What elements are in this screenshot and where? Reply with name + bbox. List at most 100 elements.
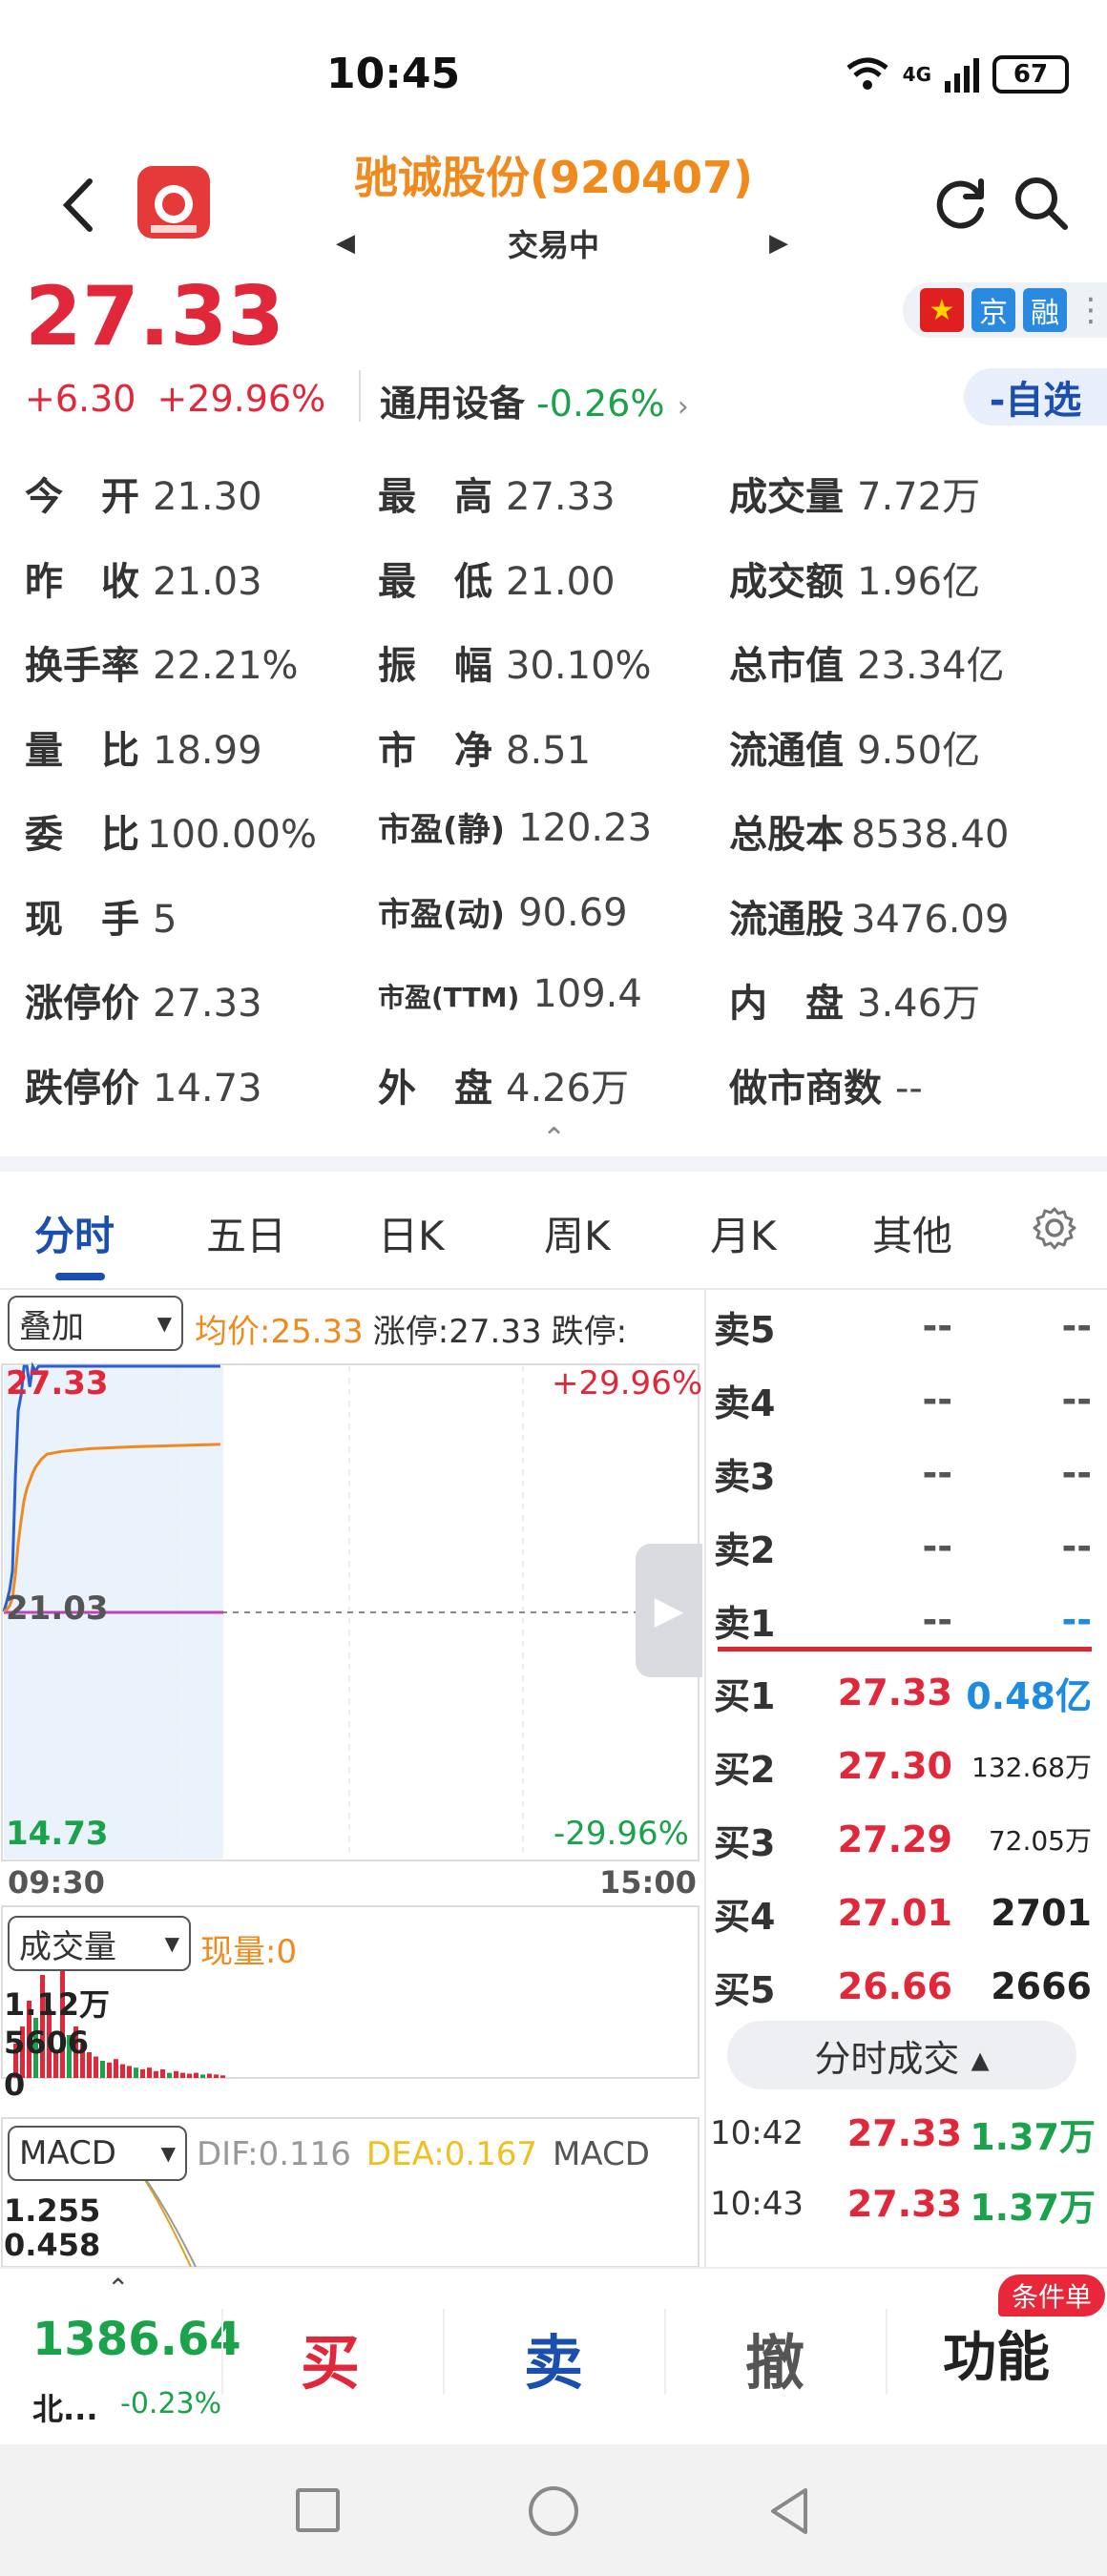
macd-dea: DEA:0.167	[366, 2135, 538, 2173]
stat-volume-ratio: 量 比 18.99	[25, 719, 262, 775]
ask-row-3[interactable]: 卖3 -- --	[714, 1437, 1101, 1509]
book-label: 卖5	[714, 1308, 776, 1351]
status-icons: 4G 67	[846, 52, 1069, 97]
more-icon[interactable]: ⋮	[1075, 291, 1107, 329]
tab-intraday[interactable]: 分时	[34, 1204, 115, 1262]
tab-indicator	[55, 1273, 105, 1280]
bid-row-5[interactable]: 买5 26.66 2666	[714, 1950, 1101, 2023]
bid-row-3[interactable]: 买3 27.29 72.05万	[714, 1803, 1101, 1876]
sector-change: -0.26%	[536, 383, 665, 425]
tag-rong[interactable]: 融	[1023, 288, 1067, 332]
volume-bar	[160, 2069, 165, 2078]
volume-bar	[187, 2073, 192, 2078]
ask-row-1[interactable]: 卖5 -- --	[714, 1290, 1101, 1362]
buy-button[interactable]: 买	[254, 2315, 407, 2400]
volume-bar	[180, 2072, 185, 2078]
collapse-icon[interactable]: ⌃	[542, 1122, 566, 1155]
nav-back-button[interactable]	[763, 2484, 817, 2538]
ask-row-2[interactable]: 卖4 -- --	[714, 1363, 1101, 1436]
cancel-order-button[interactable]: 撤	[699, 2315, 851, 2400]
chart-canvas	[1, 1361, 700, 2268]
next-stock-button[interactable]: ▶	[769, 229, 788, 258]
legend-avg: 均价:25.33	[195, 1313, 364, 1351]
overlay-select[interactable]: 叠加 ▼	[8, 1296, 183, 1351]
trade-price: 27.33	[846, 2183, 962, 2225]
volume-bar	[100, 2061, 105, 2078]
stat-value: 18.99	[153, 728, 262, 773]
sector-name: 通用设备	[380, 383, 526, 425]
tab-five-day[interactable]: 五日	[206, 1204, 286, 1262]
index-value[interactable]: 1386.64	[32, 2313, 241, 2366]
volume-bar	[134, 2067, 138, 2078]
trades-toggle-button[interactable]: 分时成交 ▴	[727, 2021, 1076, 2089]
bid-row-1[interactable]: 买1 27.33 0.48亿	[714, 1656, 1101, 1729]
tab-weekly-k[interactable]: 周K	[544, 1204, 611, 1262]
book-label: 买5	[714, 1968, 776, 2011]
sell-button[interactable]: 卖	[477, 2315, 630, 2400]
stat-pb: 市 净 8.51	[378, 719, 591, 775]
refresh-icon[interactable]	[931, 174, 991, 233]
conditional-order-badge[interactable]: 条件单	[998, 2275, 1106, 2316]
tab-daily-k[interactable]: 日K	[378, 1204, 445, 1262]
stat-value: 5	[153, 897, 178, 942]
stat-label: 内 盘	[729, 982, 844, 1026]
index-change: -0.23%	[120, 2387, 222, 2420]
stat-label: 外 盘	[378, 1066, 492, 1111]
stat-inner-volume: 内 盘 3.46万	[729, 972, 980, 1028]
book-label: 买2	[714, 1748, 776, 1791]
stat-value: 23.34亿	[857, 644, 1005, 688]
intraday-chart[interactable]	[0, 1290, 704, 2268]
stat-current-hand: 现 手 5	[25, 888, 177, 944]
stat-label: 市盈(TTM)	[378, 982, 520, 1013]
book-volume: 72.05万	[988, 1825, 1092, 1857]
tab-other[interactable]: 其他	[872, 1204, 952, 1262]
stat-label: 流通股	[729, 897, 844, 942]
functions-button[interactable]: 功能	[920, 2315, 1073, 2392]
ask-row-4[interactable]: 卖2 -- --	[714, 1510, 1101, 1583]
stat-turnover: 成交额 1.96亿	[729, 551, 980, 606]
trade-time: 10:43	[710, 2185, 804, 2223]
stat-label: 现 手	[25, 897, 139, 942]
tab-monthly-k[interactable]: 月K	[710, 1204, 777, 1262]
macd-axis-top: 1.255	[4, 2192, 101, 2229]
stat-label: 涨停价	[25, 982, 139, 1026]
gear-icon[interactable]	[1031, 1204, 1078, 1252]
change-value: +6.30	[25, 378, 136, 420]
home-button[interactable]	[529, 2486, 578, 2536]
book-price: 27.01	[837, 1892, 952, 1934]
book-volume: 2701	[991, 1892, 1092, 1934]
stat-value: 109.4	[533, 972, 642, 1016]
stock-tags[interactable]: ★ 京 融 ⋮	[903, 282, 1107, 338]
volume-bar	[154, 2070, 158, 2078]
sector-link[interactable]: 通用设备 -0.26% ›	[380, 374, 689, 426]
indicator-select[interactable]: MACD ▼	[8, 2126, 187, 2181]
expand-index-icon[interactable]: ⌃	[107, 2273, 129, 2304]
stat-value: --	[895, 1066, 923, 1111]
legend-limit-up: 涨停:27.33	[372, 1313, 542, 1351]
stat-pe-static: 市盈(静) 120.23	[378, 803, 652, 850]
book-label: 卖2	[714, 1528, 776, 1571]
bid-row-2[interactable]: 买2 27.30 132.68万	[714, 1730, 1101, 1802]
trade-row: 10:42 27.33 1.37万	[710, 2099, 1103, 2168]
stat-float-shares: 流通股 3476.09	[729, 888, 1009, 944]
volume-bar	[94, 2056, 98, 2078]
stat-value: 1.96亿	[857, 559, 981, 604]
volume-select[interactable]: 成交量 ▼	[8, 1916, 191, 1971]
book-volume: --	[1061, 1305, 1092, 1347]
ask-row-5[interactable]: 卖1 -- --	[714, 1584, 1101, 1656]
volume-bar	[207, 2073, 212, 2078]
expand-handle[interactable]: ▶	[636, 1544, 702, 1677]
remove-watchlist-button[interactable]: -自选	[964, 368, 1107, 426]
recents-button[interactable]	[296, 2488, 340, 2532]
stat-amplitude: 振 幅 30.10%	[378, 634, 652, 690]
last-price: 27.33	[25, 269, 285, 364]
search-icon[interactable]	[1012, 174, 1071, 233]
battery-level: 67	[1013, 60, 1049, 89]
tag-jing[interactable]: 京	[971, 288, 1015, 332]
stat-float-cap: 流通值 9.50亿	[729, 719, 980, 775]
stat-label: 做市商数	[729, 1066, 882, 1111]
stat-label: 换手率	[25, 644, 139, 688]
legend-limit-down: 跌停:	[551, 1313, 628, 1351]
overlay-select-value: 叠加	[19, 1307, 84, 1346]
bid-row-4[interactable]: 买4 27.01 2701	[714, 1877, 1101, 1949]
